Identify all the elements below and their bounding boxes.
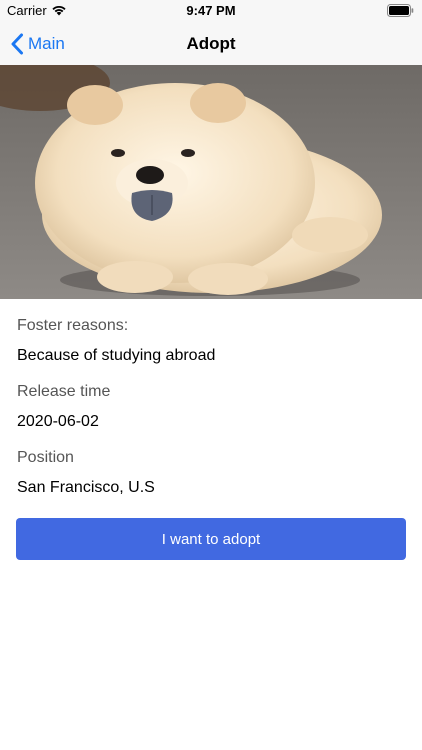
chevron-left-icon (11, 33, 23, 54)
status-bar: Carrier 9:47 PM (0, 0, 422, 22)
position-value: San Francisco, U.S (17, 479, 155, 496)
adopt-button[interactable]: I want to adopt (16, 518, 406, 560)
clock: 9:47 PM (186, 3, 236, 18)
battery-icon (387, 4, 414, 17)
release-time-label: Release time (17, 383, 111, 400)
navigation-bar: Main Adopt (0, 22, 422, 65)
position-label: Position (17, 449, 74, 466)
back-button-label: Main (28, 33, 65, 53)
foster-reasons-label: Foster reasons: (17, 317, 129, 334)
foster-reasons-value: Because of studying abroad (17, 347, 216, 364)
release-time-value: 2020-06-02 (17, 413, 99, 430)
back-button[interactable]: Main (10, 22, 65, 65)
pet-photo (0, 65, 422, 299)
